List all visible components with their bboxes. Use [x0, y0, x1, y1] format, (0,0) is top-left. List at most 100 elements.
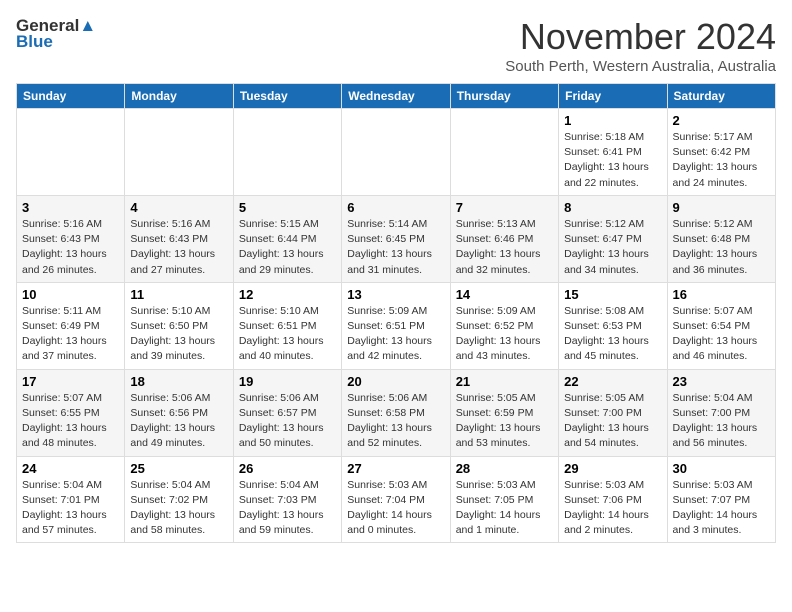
day-number: 26: [239, 461, 336, 476]
day-info: Sunrise: 5:14 AM Sunset: 6:45 PM Dayligh…: [347, 217, 444, 278]
day-number: 21: [456, 374, 553, 389]
day-info: Sunrise: 5:11 AM Sunset: 6:49 PM Dayligh…: [22, 304, 119, 365]
day-number: 29: [564, 461, 661, 476]
calendar-week-row: 17 Sunrise: 5:07 AM Sunset: 6:55 PM Dayli…: [17, 369, 776, 456]
calendar-cell: 7 Sunrise: 5:13 AM Sunset: 6:46 PM Daylig…: [450, 195, 558, 282]
day-info: Sunrise: 5:06 AM Sunset: 6:56 PM Dayligh…: [130, 391, 227, 452]
calendar-cell: 29 Sunrise: 5:03 AM Sunset: 7:06 PM Dayli…: [559, 456, 667, 543]
calendar-week-row: 24 Sunrise: 5:04 AM Sunset: 7:01 PM Dayli…: [17, 456, 776, 543]
day-info: Sunrise: 5:16 AM Sunset: 6:43 PM Dayligh…: [22, 217, 119, 278]
day-info: Sunrise: 5:12 AM Sunset: 6:47 PM Dayligh…: [564, 217, 661, 278]
day-number: 22: [564, 374, 661, 389]
calendar-cell: 4 Sunrise: 5:16 AM Sunset: 6:43 PM Daylig…: [125, 195, 233, 282]
day-info: Sunrise: 5:08 AM Sunset: 6:53 PM Dayligh…: [564, 304, 661, 365]
logo: General▲ Blue: [16, 16, 96, 52]
day-number: 24: [22, 461, 119, 476]
calendar-week-row: 1Sunrise: 5:18 AM Sunset: 6:41 PM Daylig…: [17, 109, 776, 196]
day-info: Sunrise: 5:04 AM Sunset: 7:03 PM Dayligh…: [239, 478, 336, 539]
calendar-cell: [17, 109, 125, 196]
calendar-cell: [233, 109, 341, 196]
calendar-cell: 14 Sunrise: 5:09 AM Sunset: 6:52 PM Dayli…: [450, 282, 558, 369]
calendar-cell: 28 Sunrise: 5:03 AM Sunset: 7:05 PM Dayli…: [450, 456, 558, 543]
day-number: 25: [130, 461, 227, 476]
day-info: Sunrise: 5:07 AM Sunset: 6:54 PM Dayligh…: [673, 304, 770, 365]
day-info: Sunrise: 5:05 AM Sunset: 6:59 PM Dayligh…: [456, 391, 553, 452]
column-header-monday: Monday: [125, 84, 233, 109]
day-number: 13: [347, 287, 444, 302]
day-info: Sunrise: 5:07 AM Sunset: 6:55 PM Dayligh…: [22, 391, 119, 452]
day-info: Sunrise: 5:04 AM Sunset: 7:01 PM Dayligh…: [22, 478, 119, 539]
day-number: 2: [673, 113, 770, 128]
calendar-cell: 13 Sunrise: 5:09 AM Sunset: 6:51 PM Dayli…: [342, 282, 450, 369]
day-number: 20: [347, 374, 444, 389]
page-header: General▲ Blue November 2024 South Perth,…: [16, 16, 776, 75]
calendar-cell: 23Sunrise: 5:04 AM Sunset: 7:00 PM Dayli…: [667, 369, 775, 456]
calendar-cell: 12 Sunrise: 5:10 AM Sunset: 6:51 PM Dayli…: [233, 282, 341, 369]
calendar-cell: 2Sunrise: 5:17 AM Sunset: 6:42 PM Daylig…: [667, 109, 775, 196]
calendar-cell: 16 Sunrise: 5:07 AM Sunset: 6:54 PM Dayli…: [667, 282, 775, 369]
day-number: 16: [673, 287, 770, 302]
calendar-cell: 19 Sunrise: 5:06 AM Sunset: 6:57 PM Dayli…: [233, 369, 341, 456]
day-info: Sunrise: 5:03 AM Sunset: 7:05 PM Dayligh…: [456, 478, 553, 539]
calendar-table: SundayMondayTuesdayWednesdayThursdayFrid…: [16, 83, 776, 543]
day-info: Sunrise: 5:09 AM Sunset: 6:52 PM Dayligh…: [456, 304, 553, 365]
calendar-week-row: 10 Sunrise: 5:11 AM Sunset: 6:49 PM Dayli…: [17, 282, 776, 369]
day-info: Sunrise: 5:09 AM Sunset: 6:51 PM Dayligh…: [347, 304, 444, 365]
column-header-saturday: Saturday: [667, 84, 775, 109]
column-header-thursday: Thursday: [450, 84, 558, 109]
day-number: 18: [130, 374, 227, 389]
column-header-tuesday: Tuesday: [233, 84, 341, 109]
calendar-week-row: 3Sunrise: 5:16 AM Sunset: 6:43 PM Daylig…: [17, 195, 776, 282]
day-info: Sunrise: 5:12 AM Sunset: 6:48 PM Dayligh…: [673, 217, 770, 278]
day-info: Sunrise: 5:04 AM Sunset: 7:02 PM Dayligh…: [130, 478, 227, 539]
day-info: Sunrise: 5:03 AM Sunset: 7:06 PM Dayligh…: [564, 478, 661, 539]
calendar-cell: 6Sunrise: 5:14 AM Sunset: 6:45 PM Daylig…: [342, 195, 450, 282]
day-number: 7: [456, 200, 553, 215]
day-number: 30: [673, 461, 770, 476]
day-info: Sunrise: 5:10 AM Sunset: 6:50 PM Dayligh…: [130, 304, 227, 365]
day-info: Sunrise: 5:13 AM Sunset: 6:46 PM Dayligh…: [456, 217, 553, 278]
day-info: Sunrise: 5:05 AM Sunset: 7:00 PM Dayligh…: [564, 391, 661, 452]
calendar-cell: 9 Sunrise: 5:12 AM Sunset: 6:48 PM Daylig…: [667, 195, 775, 282]
day-info: Sunrise: 5:03 AM Sunset: 7:07 PM Dayligh…: [673, 478, 770, 539]
calendar-cell: 1Sunrise: 5:18 AM Sunset: 6:41 PM Daylig…: [559, 109, 667, 196]
calendar-cell: 17 Sunrise: 5:07 AM Sunset: 6:55 PM Dayli…: [17, 369, 125, 456]
calendar-cell: 22 Sunrise: 5:05 AM Sunset: 7:00 PM Dayli…: [559, 369, 667, 456]
day-number: 19: [239, 374, 336, 389]
day-info: Sunrise: 5:15 AM Sunset: 6:44 PM Dayligh…: [239, 217, 336, 278]
day-number: 14: [456, 287, 553, 302]
day-info: Sunrise: 5:18 AM Sunset: 6:41 PM Dayligh…: [564, 130, 661, 191]
calendar-cell: 18 Sunrise: 5:06 AM Sunset: 6:56 PM Dayli…: [125, 369, 233, 456]
day-number: 28: [456, 461, 553, 476]
day-info: Sunrise: 5:06 AM Sunset: 6:57 PM Dayligh…: [239, 391, 336, 452]
day-number: 12: [239, 287, 336, 302]
calendar-body: 1Sunrise: 5:18 AM Sunset: 6:41 PM Daylig…: [17, 109, 776, 543]
day-number: 11: [130, 287, 227, 302]
calendar-cell: [125, 109, 233, 196]
calendar-cell: 5 Sunrise: 5:15 AM Sunset: 6:44 PM Daylig…: [233, 195, 341, 282]
calendar-cell: 27 Sunrise: 5:03 AM Sunset: 7:04 PM Dayli…: [342, 456, 450, 543]
day-info: Sunrise: 5:16 AM Sunset: 6:43 PM Dayligh…: [130, 217, 227, 278]
calendar-cell: 26 Sunrise: 5:04 AM Sunset: 7:03 PM Dayli…: [233, 456, 341, 543]
day-number: 17: [22, 374, 119, 389]
day-number: 10: [22, 287, 119, 302]
calendar-cell: 21 Sunrise: 5:05 AM Sunset: 6:59 PM Dayli…: [450, 369, 558, 456]
column-header-sunday: Sunday: [17, 84, 125, 109]
calendar-cell: 24 Sunrise: 5:04 AM Sunset: 7:01 PM Dayli…: [17, 456, 125, 543]
day-number: 5: [239, 200, 336, 215]
logo-subtext: Blue: [16, 32, 53, 52]
calendar-cell: [450, 109, 558, 196]
calendar-cell: 11 Sunrise: 5:10 AM Sunset: 6:50 PM Dayli…: [125, 282, 233, 369]
calendar-cell: 25 Sunrise: 5:04 AM Sunset: 7:02 PM Dayli…: [125, 456, 233, 543]
day-info: Sunrise: 5:03 AM Sunset: 7:04 PM Dayligh…: [347, 478, 444, 539]
day-info: Sunrise: 5:10 AM Sunset: 6:51 PM Dayligh…: [239, 304, 336, 365]
calendar-cell: 10 Sunrise: 5:11 AM Sunset: 6:49 PM Dayli…: [17, 282, 125, 369]
day-number: 4: [130, 200, 227, 215]
month-title: November 2024: [505, 16, 776, 58]
day-number: 27: [347, 461, 444, 476]
location-subtitle: South Perth, Western Australia, Australi…: [505, 58, 776, 75]
day-number: 9: [673, 200, 770, 215]
calendar-cell: [342, 109, 450, 196]
column-header-wednesday: Wednesday: [342, 84, 450, 109]
calendar-cell: 15Sunrise: 5:08 AM Sunset: 6:53 PM Dayli…: [559, 282, 667, 369]
